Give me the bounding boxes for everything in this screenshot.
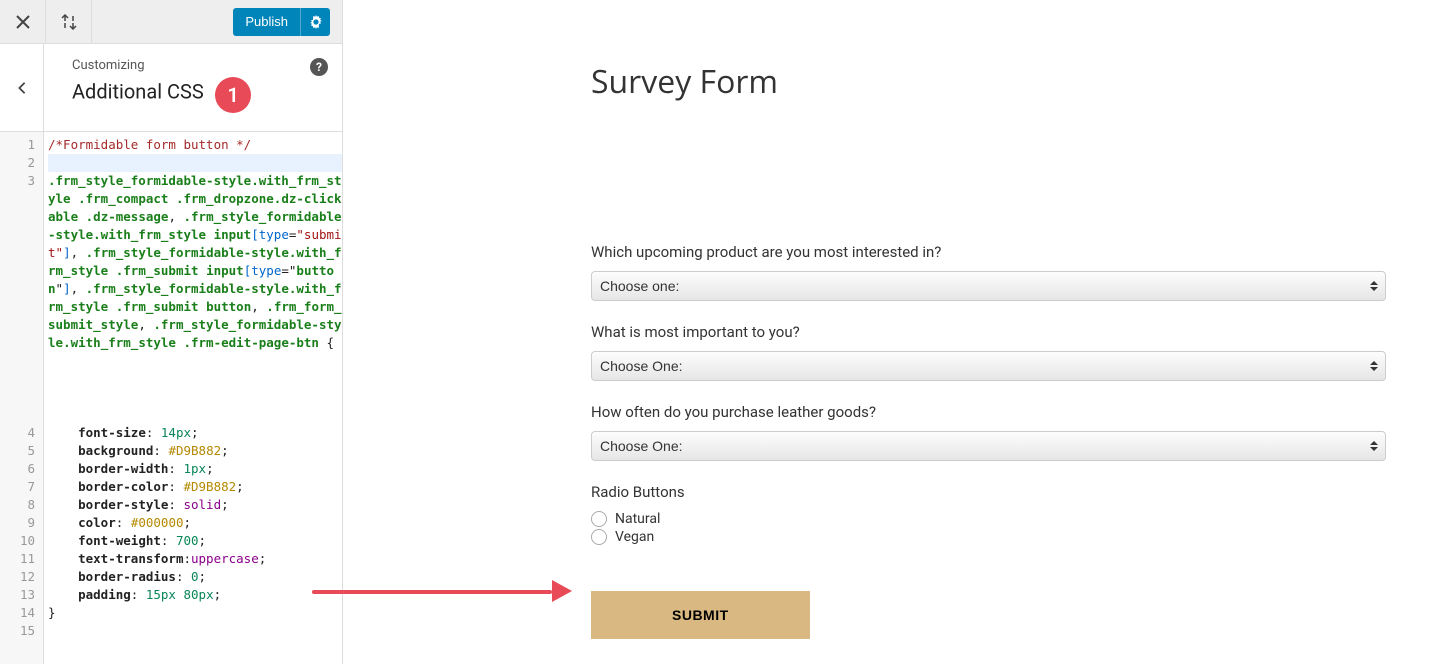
select-field-2[interactable]: Choose One: bbox=[591, 431, 1386, 461]
customizer-sidebar: Publish Customizing Additional CSS 1 ? 1… bbox=[0, 0, 343, 664]
section-title: Additional CSS bbox=[72, 79, 204, 103]
publish-settings-button[interactable] bbox=[300, 8, 330, 36]
select-field-1[interactable]: Choose One: bbox=[591, 351, 1386, 381]
page-title: Survey Form bbox=[591, 60, 1386, 103]
radio-option[interactable]: Natural bbox=[591, 511, 1386, 527]
select-field-0[interactable]: Choose one: bbox=[591, 271, 1386, 301]
submit-button[interactable]: Submit bbox=[591, 591, 810, 639]
close-button[interactable] bbox=[0, 0, 46, 44]
back-button[interactable] bbox=[0, 44, 44, 131]
radio-icon bbox=[591, 529, 607, 545]
radio-label: Vegan bbox=[615, 529, 654, 545]
css-editor[interactable]: 123456789101112131415 /*Formidable form … bbox=[0, 132, 342, 664]
field-label: Which upcoming product are you most inte… bbox=[591, 243, 1386, 261]
publish-button[interactable]: Publish bbox=[233, 8, 300, 36]
field-label: How often do you purchase leather goods? bbox=[591, 403, 1386, 421]
annotation-badge-1: 1 bbox=[215, 77, 251, 113]
editor-gutter: 123456789101112131415 bbox=[0, 132, 44, 664]
radio-label: Natural bbox=[615, 511, 660, 527]
help-icon[interactable]: ? bbox=[310, 58, 328, 76]
field-label: What is most important to you? bbox=[591, 323, 1386, 341]
editor-content[interactable]: /*Formidable form button */.frm_style_fo… bbox=[44, 132, 342, 664]
section-pretitle: Customizing bbox=[72, 58, 251, 73]
radio-group-label: Radio Buttons bbox=[591, 483, 1386, 501]
devices-button[interactable] bbox=[46, 0, 92, 44]
customizer-topbar: Publish bbox=[0, 0, 342, 44]
section-header: Customizing Additional CSS 1 ? bbox=[0, 44, 342, 132]
radio-icon bbox=[591, 511, 607, 527]
preview-pane: Survey Form Which upcoming product are y… bbox=[343, 0, 1446, 664]
radio-option[interactable]: Vegan bbox=[591, 529, 1386, 545]
